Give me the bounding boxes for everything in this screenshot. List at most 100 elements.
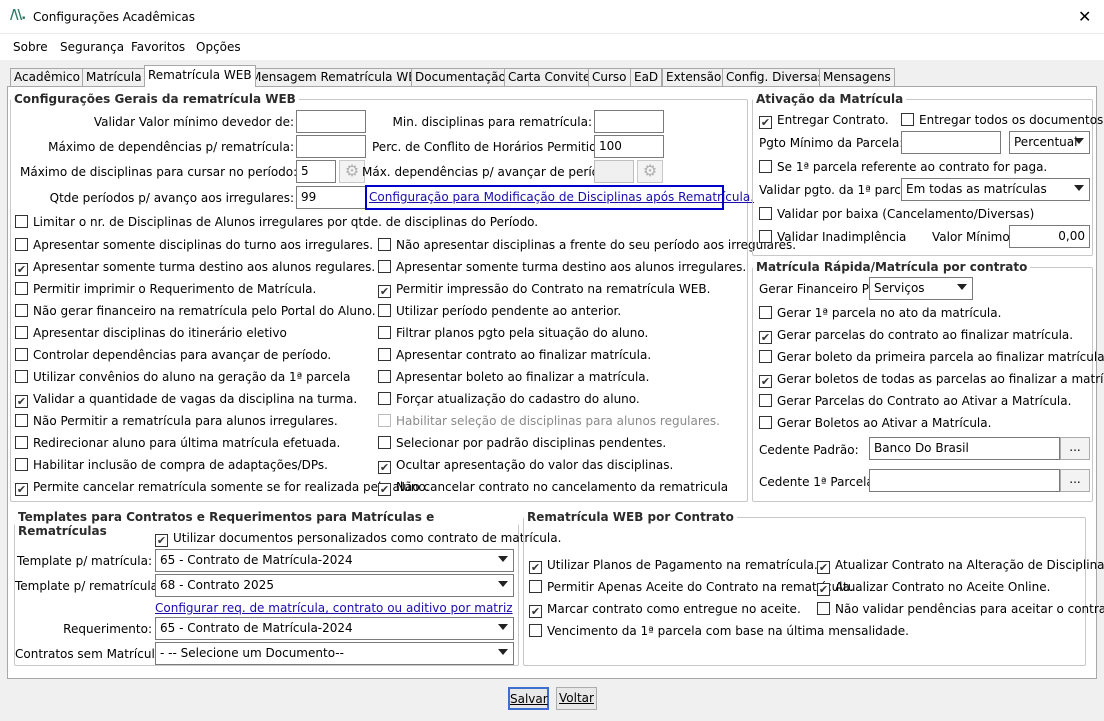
apresentar-somente-turma-destino-aos-alu-checkbox[interactable]: ✔ Apresentar somente turma destino aos al… xyxy=(15,260,375,276)
sem-matricula-select[interactable]: - -- Selecione um Documento-- xyxy=(155,642,514,665)
redirecionar-aluno-para-ultima-matricula-checkbox[interactable]: Redirecionar aluno para última matrícula… xyxy=(15,436,340,450)
checkbox-box[interactable]: ✔ xyxy=(15,395,28,408)
requerimento-select[interactable]: 65 - Contrato de Matrícula-2024 xyxy=(155,617,514,640)
perc-conflito-input[interactable]: 100 xyxy=(594,135,664,158)
apresentar-somente-disciplinas-do-turno--checkbox[interactable]: Apresentar somente disciplinas do turno … xyxy=(15,238,373,252)
tab-documentacao[interactable]: Documentação xyxy=(411,68,510,86)
checkbox-box[interactable]: ✔ xyxy=(378,285,391,298)
cedente-1-input[interactable] xyxy=(869,469,1060,492)
checkbox-box[interactable]: ✔ xyxy=(759,375,772,388)
validar-baixa-checkbox[interactable]: Validar por baixa (Cancelamento/Diversas… xyxy=(759,207,1034,221)
max-disciplinas-input[interactable]: 5 xyxy=(296,160,336,183)
nao-validar-pendencias-para-aceitar-o-co-checkbox[interactable]: Não validar pendências para aceitar o co… xyxy=(817,602,1104,616)
forcar-atualizacao-do-cadastro-do-aluno-checkbox[interactable]: Forçar atualização do cadastro do aluno. xyxy=(378,392,640,406)
menu-favoritos[interactable]: Favoritos xyxy=(131,40,185,54)
habilitar-selecao-de-disciplinas-para-al-checkbox[interactable]: Habilitar seleção de disciplinas para al… xyxy=(378,414,720,428)
checkbox-box[interactable] xyxy=(378,370,391,383)
tab-mensagem-rematricula[interactable]: Mensagem Rematrícula WEB xyxy=(247,68,429,86)
permite-cancelar-rematricula-somente-se--checkbox[interactable]: ✔ Permite cancelar rematrícula somente se… xyxy=(15,480,429,496)
gerar-financeiro-select[interactable]: Serviços xyxy=(869,277,973,300)
marcar-contrato-como-entregue-no-aceite-checkbox[interactable]: ✔ Marcar contrato como entregue no aceite… xyxy=(529,602,801,618)
tab-mensagens[interactable]: Mensagens xyxy=(819,68,895,86)
cedente-padrao-input[interactable]: Banco Do Brasil xyxy=(869,437,1060,460)
checkbox-box[interactable]: ✔ xyxy=(817,583,830,596)
checkbox-box[interactable] xyxy=(759,230,772,243)
ocultar-apresentacao-do-valor-das-discip-checkbox[interactable]: ✔ Ocultar apresentação do valor das disci… xyxy=(378,458,673,474)
min-disciplinas-input[interactable] xyxy=(594,110,664,133)
checkbox-box[interactable] xyxy=(378,304,391,317)
limit-irregular-checkbox[interactable]: Limitar o nr. de Disciplinas de Alunos i… xyxy=(15,215,538,229)
checkbox-box[interactable] xyxy=(15,370,28,383)
permitir-apenas-aceite-do-contrato-na-re-checkbox[interactable]: Permitir Apenas Aceite do Contrato na re… xyxy=(529,580,854,594)
checkbox-box[interactable] xyxy=(378,392,391,405)
checkbox-box[interactable] xyxy=(378,326,391,339)
checkbox-box[interactable]: ✔ xyxy=(759,331,772,344)
checkbox-box[interactable] xyxy=(15,436,28,449)
checkbox-box[interactable]: ✔ xyxy=(15,483,28,496)
permitir-impressao-do-contrato-na-rematr-checkbox[interactable]: ✔ Permitir impressão do Contrato na remat… xyxy=(378,282,710,298)
nao-apresentar-disciplinas-a-frente-do-s-checkbox[interactable]: Não apresentar disciplinas a frente do s… xyxy=(378,238,796,252)
checkbox-box[interactable]: ✔ xyxy=(155,534,168,547)
tab-config-diversas[interactable]: Config. Diversas xyxy=(722,68,828,86)
validar-inadimplencia-checkbox[interactable]: Validar Inadimplência xyxy=(759,230,906,244)
gerar-parcelas-do-contrato-ao-finalizar--checkbox[interactable]: ✔ Gerar parcelas do contrato ao finalizar… xyxy=(759,328,1073,344)
checkbox-box[interactable] xyxy=(15,458,28,471)
selecionar-por-padrao-disciplinas-penden-checkbox[interactable]: Selecionar por padrão disciplinas penden… xyxy=(378,436,666,450)
checkbox-box[interactable] xyxy=(378,414,391,427)
apresentar-contrato-ao-finalizar-matricu-checkbox[interactable]: Apresentar contrato ao finalizar matrícu… xyxy=(378,348,651,362)
filtrar-planos-pgto-pela-situacao-do-alu-checkbox[interactable]: Filtrar planos pgto pela situação do alu… xyxy=(378,326,648,340)
gear-icon[interactable]: ⚙ xyxy=(637,160,663,183)
checkbox-box[interactable] xyxy=(529,624,542,637)
vencimento-da-1-parcela-com-base-na-ulti-checkbox[interactable]: Vencimento da 1ª parcela com base na últ… xyxy=(529,624,909,638)
entregar-todos-checkbox[interactable]: Entregar todos os documentos. xyxy=(901,113,1104,127)
checkbox-box[interactable] xyxy=(15,238,28,251)
checkbox-box[interactable] xyxy=(15,282,28,295)
cedente-padrao-lookup-button[interactable]: ... xyxy=(1060,437,1090,460)
gerar-boletos-ao-ativar-a-matricula-checkbox[interactable]: Gerar Boletos ao Ativar a Matrícula. xyxy=(759,416,991,430)
tab-carta-convite[interactable]: Carta Convite xyxy=(504,68,595,86)
tab-matricula[interactable]: Matrícula xyxy=(82,68,146,86)
nao-cancelar-contrato-no-cancelamento-da-checkbox[interactable]: ✔ Não cancelar contrato no cancelamento d… xyxy=(378,480,728,496)
entregar-contrato-checkbox[interactable]: ✔ Entregar Contrato. xyxy=(759,113,889,129)
min-devedor-input[interactable] xyxy=(296,110,366,133)
checkbox-box[interactable]: ✔ xyxy=(759,116,772,129)
checkbox-box[interactable]: ✔ xyxy=(15,263,28,276)
nao-permitir-a-rematricula-para-alunos-i-checkbox[interactable]: Não Permitir a rematrícula para alunos i… xyxy=(15,414,338,428)
utilizar-convenios-do-aluno-na-geracao-d-checkbox[interactable]: Utilizar convênios do aluno na geração d… xyxy=(15,370,350,384)
gerar-1-parcela-no-ato-da-matricula-checkbox[interactable]: Gerar 1ª parcela no ato da matrícula. xyxy=(759,306,1001,320)
back-button[interactable]: Voltar xyxy=(556,687,597,710)
checkbox-box[interactable]: ✔ xyxy=(378,461,391,474)
checkbox-box[interactable] xyxy=(15,215,28,228)
gerar-boletos-de-todas-as-parcelas-ao-fi-checkbox[interactable]: ✔ Gerar boletos de todas as parcelas ao f… xyxy=(759,372,1104,388)
menu-seguranca[interactable]: Segurança xyxy=(60,40,124,54)
checkbox-box[interactable] xyxy=(378,238,391,251)
nao-gerar-financeiro-na-rematricula-pelo-checkbox[interactable]: Não gerar financeiro na rematrícula pelo… xyxy=(15,304,376,318)
apresentar-somente-turma-destino-aos-alu-checkbox[interactable]: Apresentar somente turma destino aos alu… xyxy=(378,260,746,274)
utilizar-periodo-pendente-ao-anterior-checkbox[interactable]: Utilizar período pendente ao anterior. xyxy=(378,304,621,318)
checkbox-box[interactable] xyxy=(759,306,772,319)
validar-a-quantidade-de-vagas-da-discipl-checkbox[interactable]: ✔ Validar a quantidade de vagas da discip… xyxy=(15,392,357,408)
close-icon[interactable]: ✕ xyxy=(1078,7,1091,26)
checkbox-box[interactable]: ✔ xyxy=(817,561,830,574)
checkbox-box[interactable]: ✔ xyxy=(529,561,542,574)
checkbox-box[interactable] xyxy=(15,414,28,427)
tab-academico[interactable]: Acadêmico xyxy=(10,68,84,86)
tab-curso[interactable]: Curso xyxy=(588,68,631,86)
checkbox-box[interactable] xyxy=(378,260,391,273)
apresentar-boleto-ao-finalizar-a-matricu-checkbox[interactable]: Apresentar boleto ao finalizar a matrícu… xyxy=(378,370,649,384)
primeira-parcela-checkbox[interactable]: Se 1ª parcela referente ao contrato for … xyxy=(759,160,1047,174)
checkbox-box[interactable] xyxy=(378,348,391,361)
validar-pgto-select[interactable]: Em todas as matrículas xyxy=(901,178,1090,201)
atualizar-contrato-no-aceite-online-checkbox[interactable]: ✔ Atualizar Contrato no Aceite Online. xyxy=(817,580,1050,596)
checkbox-box[interactable] xyxy=(759,394,772,407)
controlar-dependencias-para-avancar-de-p-checkbox[interactable]: Controlar dependências para avançar de p… xyxy=(15,348,331,362)
config-modificacao-link[interactable]: Configuração para Modificação de Discipl… xyxy=(369,190,754,204)
save-button[interactable]: Salvar xyxy=(508,687,549,710)
tab-extensao[interactable]: Extensão xyxy=(662,68,726,86)
checkbox-box[interactable] xyxy=(15,304,28,317)
permitir-imprimir-o-requerimento-de-matr-checkbox[interactable]: Permitir imprimir o Requerimento de Matr… xyxy=(15,282,316,296)
checkbox-box[interactable] xyxy=(759,160,772,173)
cedente-1-lookup-button[interactable]: ... xyxy=(1060,469,1090,492)
checkbox-box[interactable] xyxy=(759,207,772,220)
checkbox-box[interactable] xyxy=(15,348,28,361)
